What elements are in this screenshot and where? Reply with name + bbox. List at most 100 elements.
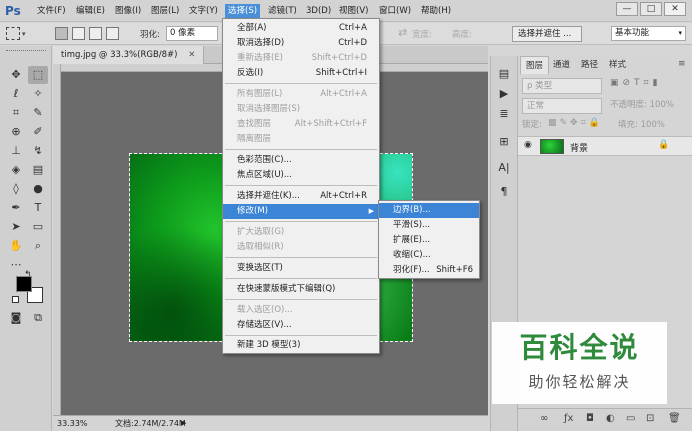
more-tools-icon[interactable]: ⋯ <box>6 256 26 274</box>
panel-menu-icon[interactable]: ≡ <box>678 59 686 69</box>
menu-item-grow[interactable]: 扩大选取(G) <box>223 225 379 240</box>
menu-edit[interactable]: 编辑(E) <box>73 4 108 18</box>
new-selection-icon[interactable] <box>55 27 68 40</box>
foreground-color-swatch[interactable] <box>16 276 32 292</box>
eyedropper-tool-icon[interactable]: ✎ <box>28 104 48 122</box>
workspace-select[interactable]: 基本功能 ▾ <box>611 26 686 41</box>
lock-icons[interactable]: ▩✎✥⌗🔒 <box>548 118 603 128</box>
tab-channels[interactable]: 通道 <box>548 56 575 74</box>
quick-mask-icon[interactable]: ◙ <box>6 309 26 327</box>
menu-item-color-range[interactable]: 色彩范围(C)... <box>223 153 379 168</box>
crop-tool-icon[interactable]: ⌗ <box>6 104 26 122</box>
tab-layers[interactable]: 图层 <box>520 56 550 74</box>
menu-item-focus-area[interactable]: 焦点区域(U)... <box>223 168 379 183</box>
add-to-selection-icon[interactable] <box>72 27 85 40</box>
blur-tool-icon[interactable]: ◊ <box>6 180 26 198</box>
new-layer-icon[interactable]: ⊡ <box>646 413 654 424</box>
menu-image[interactable]: 图像(I) <box>112 4 144 18</box>
layer-row-background[interactable]: ◉ 背景 🔒 <box>518 136 692 156</box>
submenu-item-smooth[interactable]: 平滑(S)... <box>379 218 479 233</box>
menu-item-select-all[interactable]: 全部(A) Ctrl+A <box>223 21 379 36</box>
rectangular-marquee-tool-icon[interactable]: ⬚ <box>28 66 48 84</box>
layer-filter-icons[interactable]: ▣⊘T⌗▮ <box>610 78 662 88</box>
path-selection-tool-icon[interactable]: ➤ <box>6 218 26 236</box>
menu-item-save-selection[interactable]: 存储选区(V)... <box>223 318 379 333</box>
tab-styles[interactable]: 样式 <box>604 56 631 74</box>
menu-item-new-3d-extrusion[interactable]: 新建 3D 模型(3) <box>223 338 379 353</box>
intersect-selection-icon[interactable] <box>106 27 119 40</box>
actions-panel-icon[interactable]: ▶ <box>496 86 512 102</box>
menu-item-reselect[interactable]: 重新选择(E) Shift+Ctrl+D <box>223 51 379 66</box>
zoom-tool-icon[interactable]: ⌕ <box>28 237 48 255</box>
paragraph-panel-icon[interactable]: ¶ <box>496 184 512 200</box>
menu-item-similar[interactable]: 选取相似(R) <box>223 240 379 255</box>
submenu-item-expand[interactable]: 扩展(E)... <box>379 233 479 248</box>
minimize-button[interactable]: — <box>616 2 638 16</box>
close-tab-icon[interactable]: ✕ <box>188 50 195 60</box>
blend-mode-select[interactable]: 正常 <box>522 98 602 114</box>
pen-tool-icon[interactable]: ✒ <box>6 199 26 217</box>
zoom-level[interactable]: 33.33% <box>57 416 88 431</box>
menu-item-select-and-mask[interactable]: 选择并遮住(K)... Alt+Ctrl+R <box>223 189 379 204</box>
marquee-tool-icon[interactable] <box>6 27 20 40</box>
move-tool-icon[interactable]: ✥ <box>6 66 26 84</box>
dodge-tool-icon[interactable]: ● <box>28 180 48 198</box>
screen-mode-icon[interactable]: ⧉ <box>28 309 48 327</box>
tab-paths[interactable]: 路径 <box>576 56 603 74</box>
default-colors-icon[interactable] <box>12 296 19 303</box>
eraser-tool-icon[interactable]: ◈ <box>6 161 26 179</box>
layer-style-icon[interactable]: ƒx <box>564 413 573 424</box>
brush-tool-icon[interactable]: ✐ <box>28 123 48 141</box>
add-mask-icon[interactable]: ◘ <box>586 413 594 424</box>
menu-item-deselect-layers[interactable]: 取消选择图层(S) <box>223 102 379 117</box>
layer-filter-select[interactable]: ρ 类型 <box>522 78 602 94</box>
chevron-down-icon[interactable]: ▾ <box>22 30 26 38</box>
hand-tool-icon[interactable]: ✋ <box>6 237 26 255</box>
character-panel-icon[interactable]: A| <box>496 160 512 176</box>
select-and-mask-button[interactable]: 选择并遮住 ... <box>512 26 582 42</box>
menu-select[interactable]: 选择(S) <box>225 4 261 18</box>
submenu-item-contract[interactable]: 收缩(C)... <box>379 248 479 263</box>
submenu-item-feather[interactable]: 羽化(F)... Shift+F6 <box>379 263 479 278</box>
menu-3d[interactable]: 3D(D) <box>303 4 334 18</box>
feather-input[interactable]: 0 像素 <box>166 26 218 41</box>
healing-brush-tool-icon[interactable]: ⊕ <box>6 123 26 141</box>
menu-view[interactable]: 视图(V) <box>336 4 371 18</box>
menu-type[interactable]: 文字(Y) <box>186 4 221 18</box>
menu-item-transform-selection[interactable]: 变换选区(T) <box>223 261 379 276</box>
menu-layer[interactable]: 图层(L) <box>148 4 182 18</box>
magic-wand-tool-icon[interactable]: ✧ <box>28 85 48 103</box>
link-layers-icon[interactable]: ∞ <box>540 413 548 424</box>
subtract-selection-icon[interactable] <box>89 27 102 40</box>
adjustments-panel-icon[interactable]: ⊞ <box>496 134 512 150</box>
menu-window[interactable]: 窗口(W) <box>376 4 414 18</box>
document-tab[interactable]: timg.jpg @ 33.3%(RGB/8#) ✕ <box>53 46 205 64</box>
shape-tool-icon[interactable]: ▭ <box>28 218 48 236</box>
type-tool-icon[interactable]: T <box>28 199 48 217</box>
menu-item-isolate-layers[interactable]: 隔离图层 <box>223 132 379 147</box>
menu-item-find-layers[interactable]: 查找图层 Alt+Shift+Ctrl+F <box>223 117 379 132</box>
menu-file[interactable]: 文件(F) <box>34 4 69 18</box>
history-panel-icon[interactable]: ▤ <box>496 66 512 82</box>
history-brush-tool-icon[interactable]: ↯ <box>28 142 48 160</box>
chevron-right-icon[interactable]: ▶ <box>181 416 186 431</box>
menu-item-all-layers[interactable]: 所有图层(L) Alt+Ctrl+A <box>223 87 379 102</box>
close-window-button[interactable]: ✕ <box>664 2 686 16</box>
delete-layer-icon[interactable]: 🗑 <box>668 413 681 424</box>
submenu-item-border[interactable]: 边界(B)... <box>379 203 479 218</box>
new-group-icon[interactable]: ▭ <box>626 413 635 424</box>
adjustment-layer-icon[interactable]: ◐ <box>606 413 615 424</box>
maximize-button[interactable]: □ <box>640 2 662 16</box>
menu-help[interactable]: 帮助(H) <box>418 4 454 18</box>
menu-item-modify[interactable]: 修改(M) ▶ <box>223 204 379 219</box>
clone-stamp-tool-icon[interactable]: ⊥ <box>6 142 26 160</box>
menu-item-inverse[interactable]: 反选(I) Shift+Ctrl+I <box>223 66 379 81</box>
menu-item-load-selection[interactable]: 载入选区(O)... <box>223 303 379 318</box>
gradient-tool-icon[interactable]: ▤ <box>28 161 48 179</box>
lasso-tool-icon[interactable]: ℓ <box>6 85 26 103</box>
menu-item-quick-mask[interactable]: 在快速蒙版模式下编辑(Q) <box>223 282 379 297</box>
eye-icon[interactable]: ◉ <box>524 140 532 150</box>
properties-panel-icon[interactable]: ≣ <box>496 106 512 122</box>
menu-item-deselect[interactable]: 取消选择(D) Ctrl+D <box>223 36 379 51</box>
opacity-control[interactable]: 不透明度: 100% <box>610 98 674 114</box>
